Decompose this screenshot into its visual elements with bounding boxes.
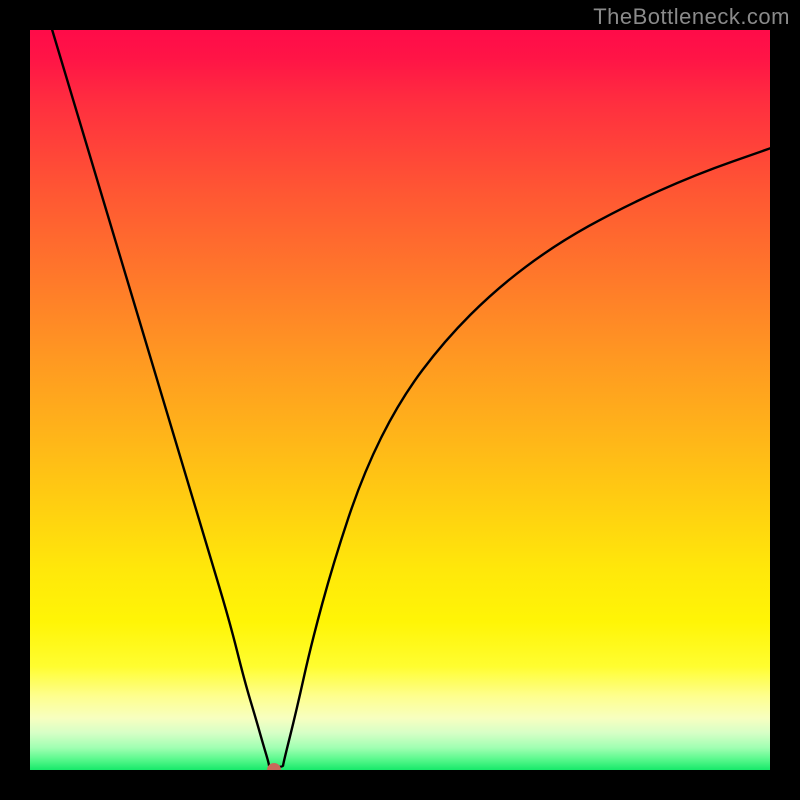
plot-area <box>30 30 770 770</box>
curve-svg <box>30 30 770 770</box>
watermark-text: TheBottleneck.com <box>593 4 790 30</box>
bottleneck-curve <box>52 30 770 767</box>
valley-marker <box>267 763 281 770</box>
chart-frame: TheBottleneck.com <box>0 0 800 800</box>
